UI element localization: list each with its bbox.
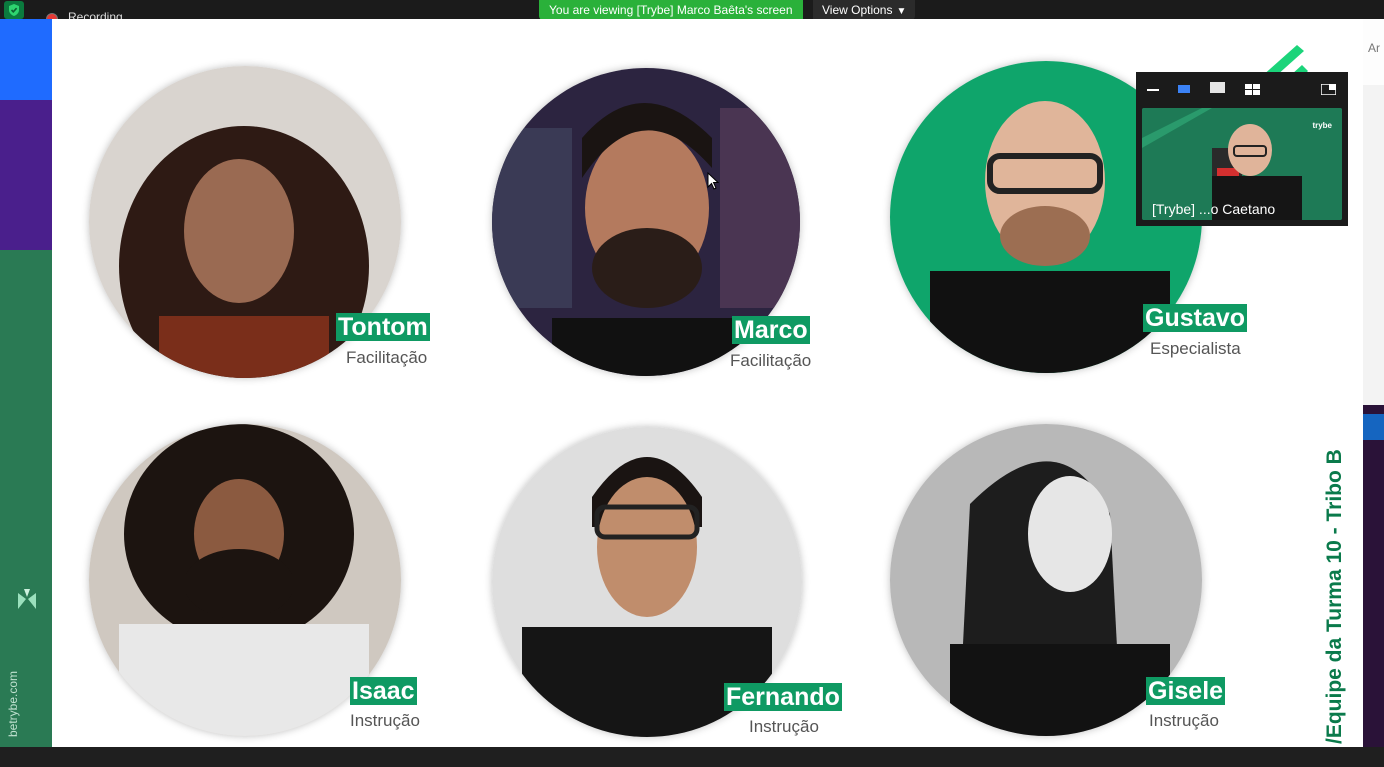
viewing-banner: You are viewing [Trybe] Marco Baêta's sc… [539,0,803,20]
right-panel-highlight [1363,414,1384,440]
member-name: Gustavo [1143,304,1248,332]
member-role: Instrução [749,717,819,736]
member-role: Especialista [1150,339,1241,358]
slide-left-strip: betrybe.com [0,19,52,747]
right-panel-header: Ar [1363,19,1384,85]
member-role: Instrução [350,711,420,730]
betrybe-url: betrybe.com [6,670,21,738]
view-options-button[interactable]: View Options ▼ [813,0,916,20]
thumbnail-brand: trybe [1312,121,1332,130]
participant-video: trybe [Trybe] ...o Caetano [1142,108,1342,220]
member-name: Isaac [350,677,417,705]
member-role: Instrução [1149,711,1219,730]
blue-band [0,19,52,100]
slide-vertical-title: /Equipe da Turma 10 - Tribo B [1323,449,1346,744]
gallery-view-icon[interactable] [1245,82,1260,100]
participant-name: [Trybe] ...o Caetano [1152,201,1276,217]
trybe-logo-icon [16,587,38,616]
right-panel-text: Ar [1368,41,1380,55]
bottom-bar [0,747,1384,767]
member-role: Facilitação [730,351,812,370]
member-role: Facilitação [346,348,428,367]
purple-band [0,100,52,250]
member-name: Marco [732,316,810,344]
minimize-icon[interactable] [1147,89,1159,91]
thumbnail-toolbar [1136,72,1348,104]
thumbnail-view-icon[interactable] [1178,85,1190,93]
mouse-cursor-icon [707,171,720,195]
top-bar: Recording You are viewing [Trybe] Marco … [0,0,1384,25]
participant-thumbnail[interactable]: trybe [Trybe] ...o Caetano [1136,72,1348,226]
view-options-label: View Options [822,3,893,17]
security-shield-icon[interactable] [4,1,24,19]
right-side-panel: Ar [1363,19,1384,747]
member-name: Gisele [1146,677,1226,705]
exit-thumbnail-icon[interactable] [1320,82,1337,100]
right-panel-body [1363,85,1384,405]
speaker-view-icon[interactable] [1210,82,1225,93]
member-name: Tontom [336,313,430,341]
member-name: Fernando [724,683,842,711]
